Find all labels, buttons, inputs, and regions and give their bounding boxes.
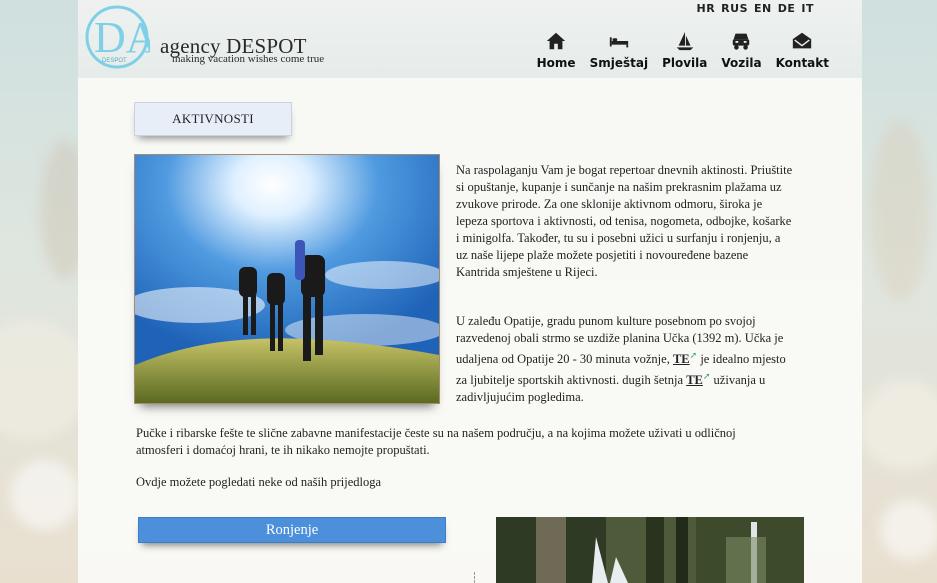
- column-divider: [474, 572, 476, 583]
- nav-home-label: Home: [536, 56, 576, 70]
- car-icon: [733, 33, 750, 50]
- nav-kontakt[interactable]: Kontakt: [769, 30, 836, 70]
- bed-icon: [609, 37, 628, 48]
- lang-hr[interactable]: HR: [696, 2, 715, 15]
- section-title-button[interactable]: AKTIVNOSTI: [134, 102, 292, 136]
- festivals-paragraph: Pučke i ribarske fešte te slične zabavne…: [136, 426, 736, 457]
- lang-en[interactable]: EN: [754, 2, 772, 15]
- nav-smjestaj-label: Smještaj: [589, 56, 649, 70]
- ronjenje-button[interactable]: Ronjenje: [138, 517, 446, 543]
- ucka-paragraph: U zaleđu Opatije, gradu punom kulture po…: [456, 313, 794, 406]
- main-nav: Home Smještaj Plovila Vozila Kontakt: [530, 30, 836, 70]
- nav-plovila[interactable]: Plovila: [655, 30, 714, 70]
- nav-kontakt-label: Kontakt: [775, 56, 829, 70]
- te-link-1[interactable]: TE: [673, 352, 690, 366]
- te-link-2[interactable]: TE: [686, 373, 703, 387]
- nav-vozila-label: Vozila: [721, 56, 762, 70]
- nav-vozila[interactable]: Vozila: [714, 30, 768, 70]
- sailboat-icon: [676, 31, 693, 51]
- lang-it[interactable]: IT: [801, 2, 814, 15]
- logo[interactable]: DA DESPOT: [84, 4, 158, 70]
- logo-small-text: DESPOT: [102, 58, 127, 64]
- site-header: DA DESPOT agency DESPOT making vacation …: [78, 0, 862, 78]
- envelope-icon: [793, 32, 812, 49]
- page-container: DA DESPOT agency DESPOT making vacation …: [78, 0, 862, 583]
- intro-paragraph: Na raspolaganju Vam je bogat repertoar d…: [456, 163, 793, 279]
- language-switcher: HR RUS EN DE IT: [696, 2, 814, 15]
- nav-plovila-label: Plovila: [662, 56, 708, 70]
- suggestions-paragraph: Ovdje možete pogledati neke od naših pri…: [136, 475, 382, 489]
- lang-rus[interactable]: RUS: [721, 2, 748, 15]
- nav-smjestaj[interactable]: Smještaj: [583, 30, 656, 70]
- nav-home[interactable]: Home: [530, 30, 583, 70]
- home-icon: [546, 32, 566, 50]
- lang-de[interactable]: DE: [778, 2, 796, 15]
- waterfall-photo: [496, 517, 804, 583]
- logo-letters: DA: [94, 13, 150, 62]
- brand-tagline: making vacation wishes come true: [172, 53, 325, 65]
- hikers-photo: [134, 154, 440, 404]
